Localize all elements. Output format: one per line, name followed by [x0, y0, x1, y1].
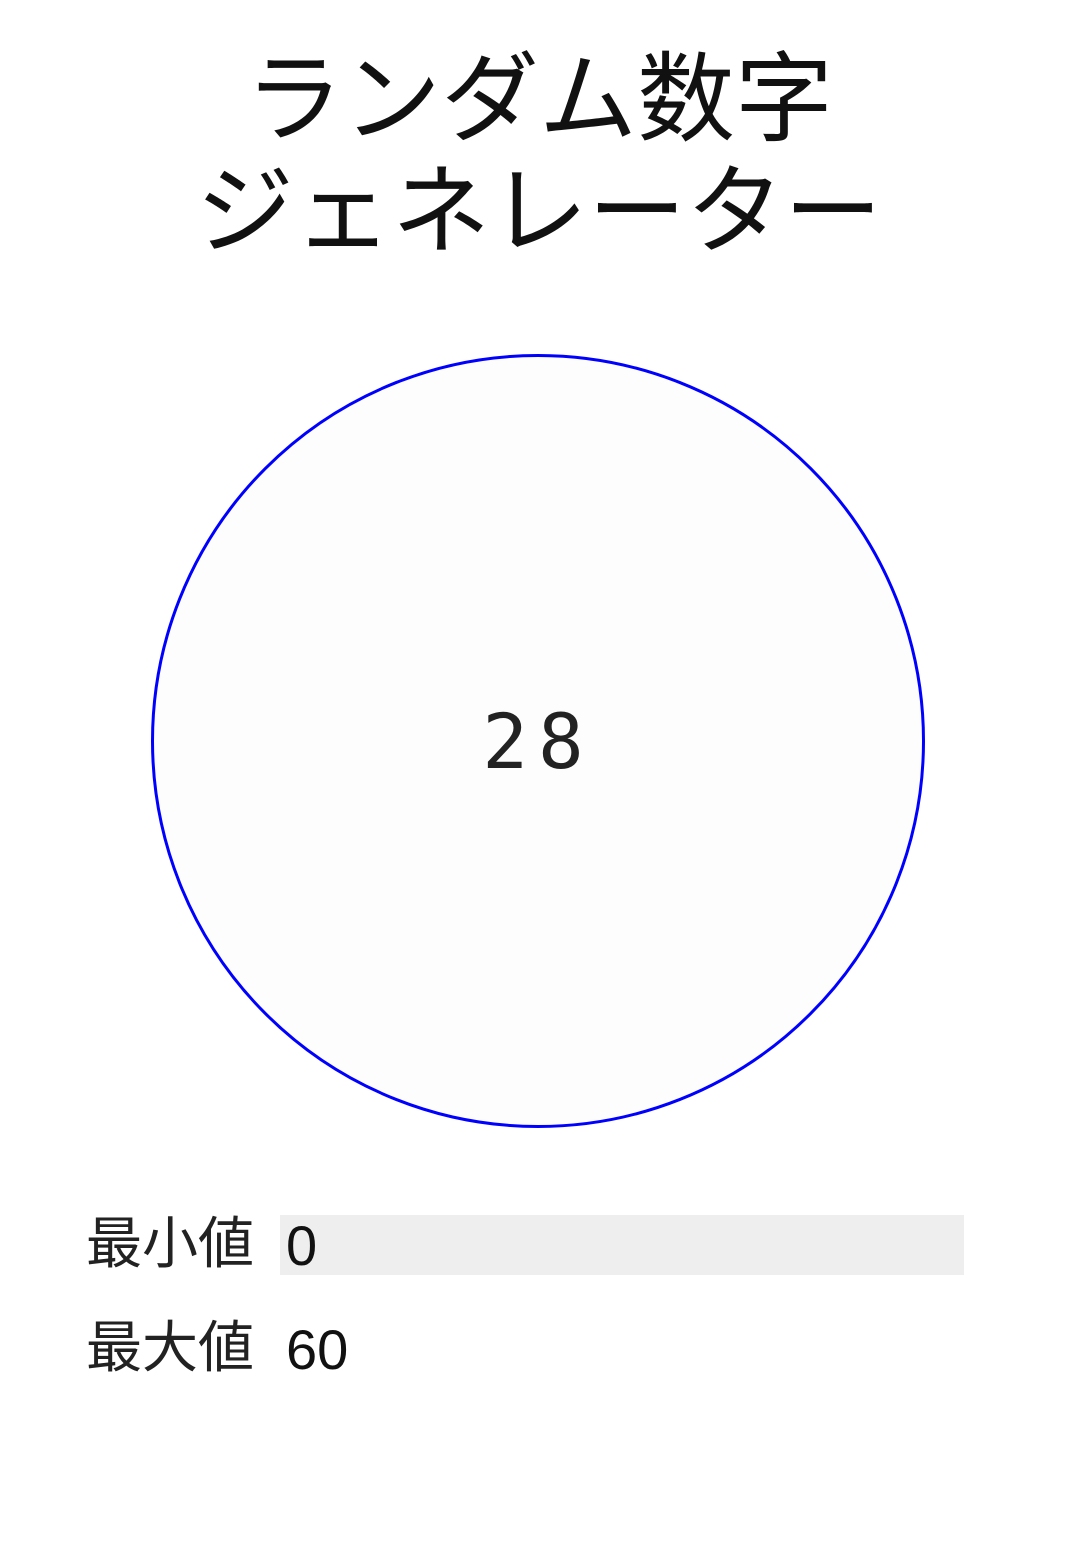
min-value-input[interactable] [280, 1215, 964, 1275]
max-value-row: 最大値 [86, 1318, 964, 1380]
max-value-label: 最大値 [86, 1316, 254, 1381]
page-title: ランダム数字 ジェネレーター [0, 44, 1078, 268]
min-value-row: 最小値 [86, 1214, 964, 1276]
page-title-line-1: ランダム数字 [244, 43, 833, 157]
max-value-input[interactable] [280, 1319, 964, 1379]
page-title-line-2: ジェネレーター [195, 155, 882, 269]
random-number-display[interactable]: 28 [151, 354, 925, 1128]
min-value-label: 最小値 [86, 1212, 254, 1277]
